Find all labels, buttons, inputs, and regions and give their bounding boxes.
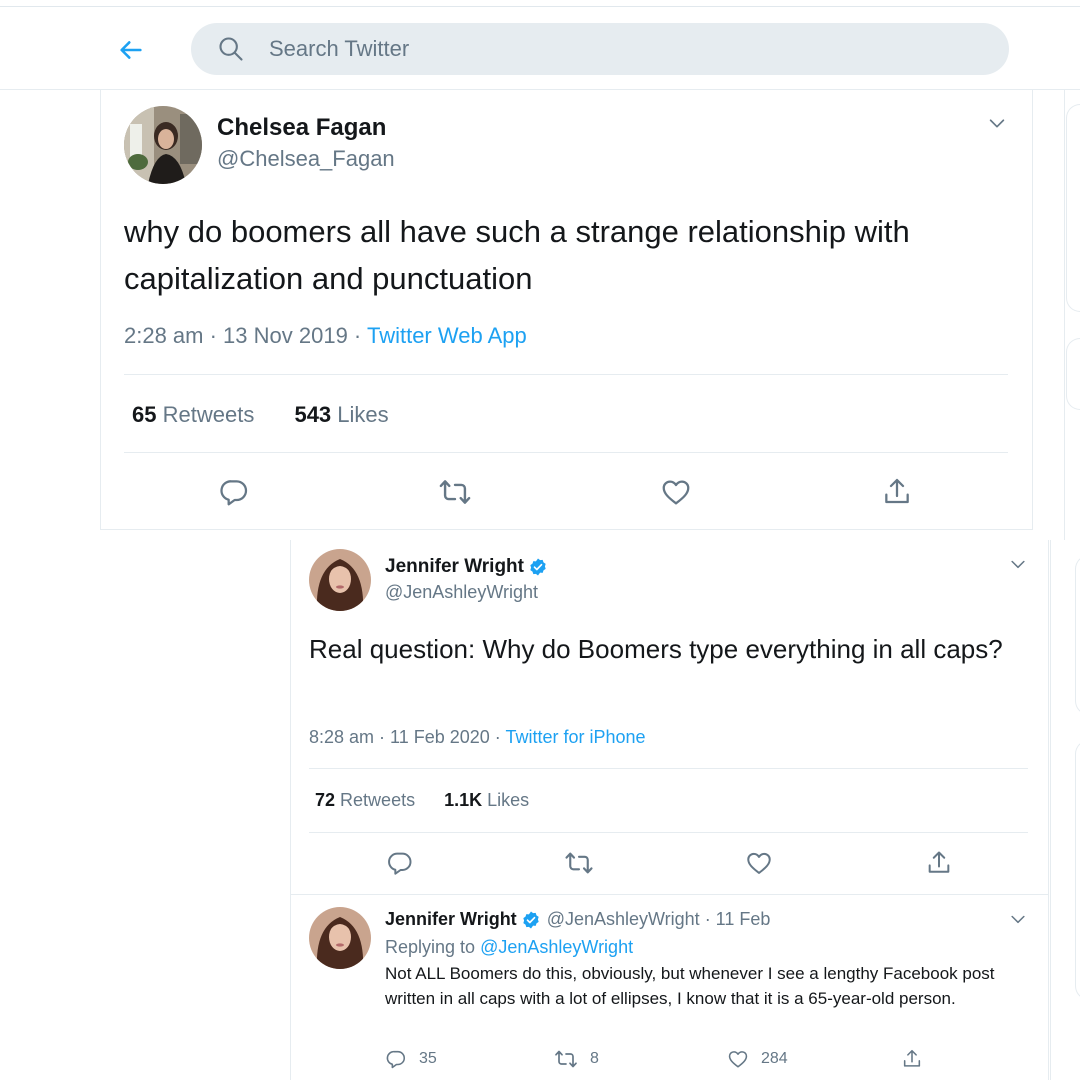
author-name[interactable]: Jennifer Wright <box>385 909 517 930</box>
avatar[interactable] <box>309 549 371 611</box>
heart-icon <box>660 476 692 508</box>
chevron-down-icon <box>1008 909 1028 929</box>
reply-button[interactable]: 35 <box>385 1047 437 1071</box>
tweet-text: why do boomers all have such a strange r… <box>124 214 910 296</box>
reply-count: 35 <box>419 1050 437 1067</box>
reply-button[interactable] <box>217 475 251 509</box>
right-rail-card <box>1075 740 1080 1000</box>
heart-icon <box>745 849 773 877</box>
likes-stat[interactable]: 1.1K Likes <box>444 790 529 810</box>
tweet-menu-button[interactable] <box>1008 554 1028 574</box>
tweet-source-link[interactable]: Twitter Web App <box>367 323 527 348</box>
reply-button[interactable] <box>385 848 415 878</box>
retweet-icon <box>554 1047 578 1071</box>
likes-stat[interactable]: 543 Likes <box>294 402 388 427</box>
arrow-left-icon <box>117 36 145 64</box>
reply-header: Jennifer Wright @JenAshleyWright · 11 Fe… <box>385 909 770 930</box>
search-input[interactable] <box>269 36 869 62</box>
tweet-card: Jennifer Wright @JenAshleyWright Real qu… <box>290 540 1049 895</box>
tweet-text: Not ALL Boomers do this, obviously, but … <box>385 964 995 1008</box>
chevron-down-icon <box>1008 554 1028 574</box>
share-icon <box>925 849 953 877</box>
tweet-card: Chelsea Fagan @Chelsea_Fagan why do boom… <box>100 90 1033 530</box>
share-button[interactable] <box>880 475 914 509</box>
divider <box>124 374 1008 375</box>
share-button[interactable] <box>924 848 954 878</box>
chevron-down-icon <box>986 112 1008 134</box>
tweet-stats: 65 Retweets 543 Likes <box>132 402 389 428</box>
retweets-stat[interactable]: 65 Retweets <box>132 402 254 427</box>
right-rail-card <box>1066 104 1080 312</box>
search-icon <box>217 35 245 63</box>
retweet-icon <box>564 848 594 878</box>
author-name[interactable]: Jennifer Wright <box>385 556 548 578</box>
reply-icon <box>385 1048 407 1070</box>
tweet-source-link[interactable]: Twitter for iPhone <box>505 727 645 747</box>
replying-to: Replying to @JenAshleyWright <box>385 937 634 957</box>
author-handle-date[interactable]: @JenAshleyWright · 11 Feb <box>547 909 771 930</box>
heart-icon <box>727 1048 749 1070</box>
divider <box>124 452 1008 453</box>
like-button[interactable]: 284 <box>727 1047 788 1071</box>
divider <box>309 768 1028 769</box>
header-bar <box>0 7 1080 90</box>
retweets-stat[interactable]: 72 Retweets <box>315 790 415 810</box>
retweet-icon <box>438 475 472 509</box>
share-icon <box>901 1048 923 1070</box>
verified-badge-icon <box>528 557 548 577</box>
author-handle[interactable]: @Chelsea_Fagan <box>217 146 395 172</box>
search-box[interactable] <box>191 23 1009 75</box>
tweet-timestamp: 2:28 am · 13 Nov 2019 · Twitter Web App <box>124 323 527 349</box>
author-handle[interactable]: @JenAshleyWright <box>385 582 538 603</box>
reply-icon <box>386 849 414 877</box>
divider <box>309 832 1028 833</box>
retweet-button[interactable] <box>438 475 472 509</box>
reply-icon <box>218 476 250 508</box>
retweet-count: 8 <box>590 1050 599 1067</box>
tweet-stats: 72 Retweets 1.1K Likes <box>315 790 529 811</box>
avatar[interactable] <box>309 907 371 969</box>
tweet-time[interactable]: 2:28 am · 13 Nov 2019 · <box>124 323 361 348</box>
share-icon <box>881 476 913 508</box>
right-rail-divider <box>1050 540 1051 1080</box>
reply-tweet-card: Jennifer Wright @JenAshleyWright · 11 Fe… <box>290 895 1049 1080</box>
back-button[interactable] <box>114 33 148 67</box>
right-rail-card <box>1075 555 1080 715</box>
right-rail-divider <box>1064 90 1065 540</box>
like-button[interactable] <box>659 475 693 509</box>
tweet-menu-button[interactable] <box>986 112 1008 134</box>
retweet-button[interactable] <box>564 848 594 878</box>
replying-to-link[interactable]: @JenAshleyWright <box>480 937 633 957</box>
tweet-timestamp: 8:28 am · 11 Feb 2020 · Twitter for iPho… <box>309 727 646 748</box>
verified-badge-icon <box>521 910 541 930</box>
share-button[interactable] <box>901 1047 923 1071</box>
avatar[interactable] <box>124 106 202 184</box>
tweet-text: Real question: Why do Boomers type every… <box>309 634 1003 664</box>
right-rail-card <box>1066 338 1080 410</box>
like-count: 284 <box>761 1050 788 1067</box>
tweet-menu-button[interactable] <box>1008 909 1028 929</box>
retweet-button[interactable]: 8 <box>554 1047 599 1071</box>
author-name[interactable]: Chelsea Fagan <box>217 114 386 142</box>
like-button[interactable] <box>744 848 774 878</box>
tweet-time[interactable]: 8:28 am · 11 Feb 2020 · <box>309 727 501 747</box>
